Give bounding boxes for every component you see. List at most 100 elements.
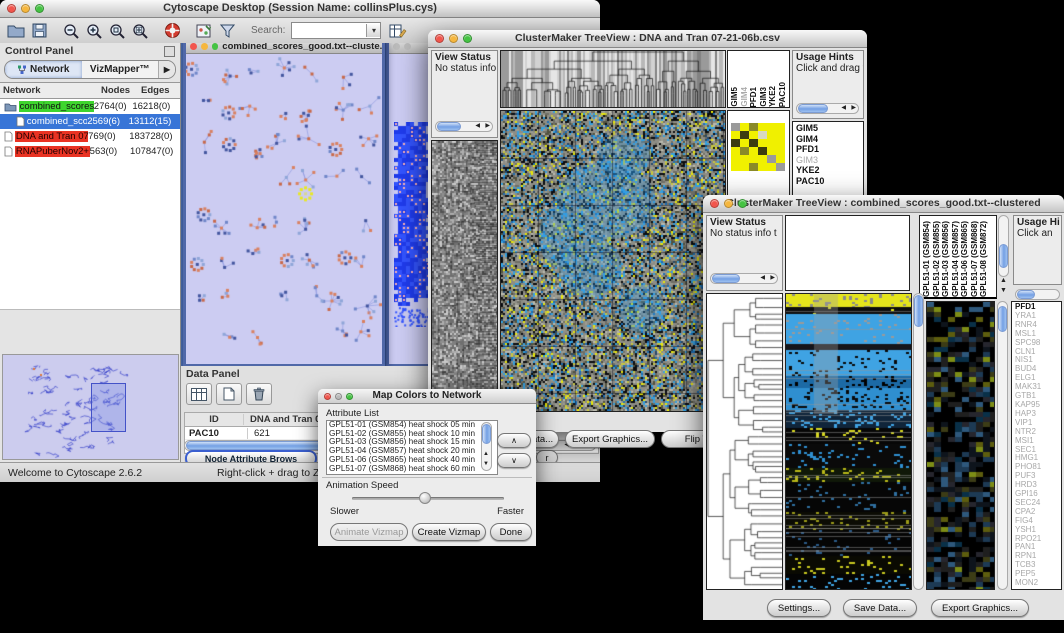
- birdseye-viewport-rect[interactable]: [91, 383, 126, 432]
- settings-button[interactable]: Settings...: [767, 599, 831, 617]
- save-session-icon[interactable]: [29, 21, 49, 40]
- frame1-minimize-button[interactable]: [201, 43, 208, 50]
- scroll-left-icon[interactable]: ◀: [760, 274, 765, 283]
- tv1-status-hscrollbar[interactable]: ◀ ▶: [435, 121, 493, 132]
- dense-cluster-canvas[interactable]: [394, 122, 430, 327]
- tv2-hints-hscrollbar[interactable]: [1015, 289, 1060, 300]
- attr-col-id[interactable]: ID: [185, 414, 244, 425]
- animation-speed-slider[interactable]: [352, 497, 504, 500]
- frame1-zoom-button[interactable]: [212, 43, 219, 50]
- slider-thumb[interactable]: [419, 492, 431, 504]
- tv1-column-dendrogram[interactable]: [500, 50, 726, 108]
- move-down-button[interactable]: ∨: [497, 453, 531, 468]
- export-graphics-button[interactable]: Export Graphics...: [931, 599, 1029, 617]
- search-dropdown-arrow-icon[interactable]: ▾: [366, 24, 380, 37]
- edge-attribute-browser-tab-fragment[interactable]: r: [536, 450, 558, 462]
- zoom-selected-icon[interactable]: [107, 21, 127, 40]
- network-view-canvas[interactable]: [186, 54, 382, 358]
- window-controls[interactable]: [0, 4, 44, 13]
- attribute-list[interactable]: GPL51-01 (GSM854) heat shock 05 minGPL51…: [326, 420, 498, 475]
- help-icon[interactable]: [162, 21, 182, 40]
- col-nodes[interactable]: Nodes: [101, 85, 141, 96]
- network-view-frame-1[interactable]: combined_scores_good.txt--cluste...: [183, 43, 385, 366]
- scroll-up-icon[interactable]: ▲: [1000, 277, 1007, 284]
- close-button[interactable]: [435, 34, 444, 43]
- network-row[interactable]: DNA and Tran 07769(0)183728(0): [0, 129, 180, 144]
- attribute-list-vscrollbar[interactable]: ▲ ▼: [481, 422, 492, 471]
- tv2-heatmap-vscrollbar[interactable]: [913, 293, 924, 590]
- col-network[interactable]: Network: [0, 85, 101, 96]
- zoom-button[interactable]: [738, 199, 747, 208]
- attribute-list-item[interactable]: GPL51-07 (GSM868) heat shock 60 min: [329, 465, 497, 474]
- scroll-up-icon[interactable]: ▲: [483, 451, 489, 457]
- network-row[interactable]: combined_sco2569(6)13112(15): [0, 114, 180, 129]
- zoom-button[interactable]: [35, 4, 44, 13]
- done-button[interactable]: Done: [490, 523, 532, 541]
- tv1-row-dendrogram[interactable]: [431, 140, 498, 412]
- tv2-status-hscrollbar[interactable]: ◀ ▶: [710, 273, 778, 284]
- birdseye-view[interactable]: [2, 354, 179, 460]
- tv2-zoom-vscrollbar[interactable]: [997, 301, 1008, 590]
- tv2-row-dendrogram[interactable]: [706, 293, 783, 590]
- scroll-down-icon[interactable]: ▼: [1000, 287, 1007, 294]
- attribute-select-icon[interactable]: [186, 383, 212, 405]
- zoom-fit-icon[interactable]: [130, 21, 150, 40]
- tv2-column-dendrogram-area[interactable]: [785, 215, 910, 291]
- minimize-button[interactable]: [21, 4, 30, 13]
- search-input[interactable]: ▾: [291, 22, 381, 39]
- move-up-button[interactable]: ∧: [497, 433, 531, 448]
- scroll-left-icon[interactable]: ◀: [475, 122, 480, 131]
- save-data-button[interactable]: Save Data...: [843, 599, 917, 617]
- tv2-labels-vscrollbar[interactable]: [998, 215, 1009, 277]
- minimize-button[interactable]: [724, 199, 733, 208]
- tv1-titlebar[interactable]: ClusterMaker TreeView : DNA and Tran 07-…: [428, 30, 867, 48]
- tv2-global-heatmap[interactable]: [785, 293, 912, 590]
- tv2-zoom-heatmap[interactable]: [926, 301, 995, 590]
- col-edges[interactable]: Edges: [141, 85, 180, 96]
- attribute-editor-icon[interactable]: [388, 21, 408, 40]
- close-button[interactable]: [710, 199, 719, 208]
- scroll-right-icon[interactable]: ▶: [770, 274, 775, 283]
- zoom-in-icon[interactable]: [84, 21, 104, 40]
- scroll-right-icon[interactable]: ▶: [485, 122, 490, 131]
- delete-attribute-trash-icon[interactable]: [246, 383, 272, 405]
- tv2-column-labels[interactable]: GPL51-01 (GSM854)GPL51-02 (GSM855)GPL51-…: [919, 215, 997, 299]
- snapshot-icon[interactable]: [194, 21, 214, 40]
- filter-icon[interactable]: [217, 21, 237, 40]
- frame2-titlebar[interactable]: [389, 43, 432, 54]
- tv1-global-heatmap[interactable]: [500, 110, 726, 412]
- tab-overflow-button[interactable]: ▶: [158, 61, 175, 78]
- tv1-column-labels[interactable]: GIM5GIM4PFD1GIM3YKE2PAC10: [727, 50, 790, 108]
- network-nodes: 769(0): [88, 131, 129, 142]
- zoom-heatmap-matrix[interactable]: [731, 123, 785, 171]
- frame2-close-button[interactable]: [393, 43, 400, 50]
- network-row[interactable]: combined_scores_2764(0)16218(0): [0, 99, 180, 114]
- network-row[interactable]: RNAPuberNov2+!563(0)107847(0): [0, 144, 180, 159]
- close-button[interactable]: [324, 393, 331, 400]
- open-session-icon[interactable]: [6, 21, 26, 40]
- close-button[interactable]: [7, 4, 16, 13]
- tab-vizmapper[interactable]: VizMapper™: [82, 61, 159, 78]
- main-titlebar[interactable]: Cytoscape Desktop (Session Name: collins…: [0, 0, 600, 18]
- zoom-button[interactable]: [463, 34, 472, 43]
- tv2-titlebar[interactable]: ClusterMaker TreeView : combined_scores_…: [703, 195, 1064, 213]
- frame1-close-button[interactable]: [190, 43, 197, 50]
- create-vizmap-button[interactable]: Create Vizmap: [412, 523, 486, 541]
- dialog-titlebar[interactable]: Map Colors to Network: [318, 389, 536, 404]
- tv1-hints-hscrollbar[interactable]: ◀ ▶: [796, 103, 859, 114]
- tab-network[interactable]: Network: [5, 61, 82, 78]
- minimize-button[interactable]: [335, 393, 342, 400]
- minimize-button[interactable]: [449, 34, 458, 43]
- float-panel-icon[interactable]: [164, 46, 175, 57]
- scroll-right-icon[interactable]: ▶: [851, 104, 856, 113]
- zoom-out-icon[interactable]: [61, 21, 81, 40]
- scroll-left-icon[interactable]: ◀: [841, 104, 846, 113]
- animate-vizmap-button[interactable]: Animate Vizmap: [330, 523, 408, 541]
- export-graphics-button[interactable]: Export Graphics...: [565, 430, 655, 448]
- scroll-down-icon[interactable]: ▼: [483, 461, 489, 467]
- zoom-button[interactable]: [346, 393, 353, 400]
- frame1-titlebar[interactable]: combined_scores_good.txt--cluste...: [186, 43, 382, 54]
- frame2-minimize-button[interactable]: [404, 43, 411, 50]
- new-attribute-icon[interactable]: [216, 383, 242, 405]
- node-attribute-browser-tab[interactable]: Node Attribute Brows: [185, 450, 317, 462]
